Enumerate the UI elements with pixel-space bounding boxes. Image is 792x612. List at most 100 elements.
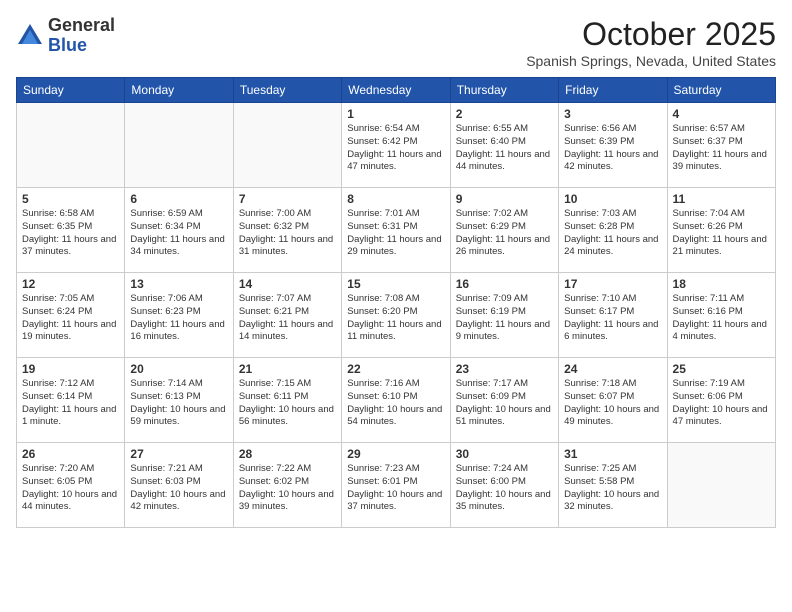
calendar-cell: 13Sunrise: 7:06 AMSunset: 6:23 PMDayligh… xyxy=(125,273,233,358)
daylight-text: Daylight: 11 hours and 39 minutes. xyxy=(673,149,770,175)
sunrise-text: Sunrise: 7:06 AM xyxy=(130,293,227,306)
day-number: 29 xyxy=(347,447,444,461)
calendar-cell: 28Sunrise: 7:22 AMSunset: 6:02 PMDayligh… xyxy=(233,443,341,528)
day-number: 12 xyxy=(22,277,119,291)
sunset-text: Sunset: 6:39 PM xyxy=(564,136,661,149)
sunset-text: Sunset: 6:16 PM xyxy=(673,306,770,319)
daylight-text: Daylight: 11 hours and 14 minutes. xyxy=(239,319,336,345)
calendar-cell: 17Sunrise: 7:10 AMSunset: 6:17 PMDayligh… xyxy=(559,273,667,358)
cell-info: Sunrise: 7:25 AMSunset: 5:58 PMDaylight:… xyxy=(564,463,661,514)
logo-blue: Blue xyxy=(48,35,87,55)
day-number: 1 xyxy=(347,107,444,121)
sunrise-text: Sunrise: 6:54 AM xyxy=(347,123,444,136)
sunrise-text: Sunrise: 6:56 AM xyxy=(564,123,661,136)
daylight-text: Daylight: 10 hours and 42 minutes. xyxy=(130,489,227,515)
calendar-cell: 29 Sunrise: 7:23 AMSunset: 6:01 PMDayligh… xyxy=(342,443,450,528)
sunset-text: Sunset: 6:10 PM xyxy=(347,391,444,404)
cell-info: Sunrise: 7:08 AMSunset: 6:20 PMDaylight:… xyxy=(347,293,444,344)
weekday-header: Sunday xyxy=(17,78,125,103)
weekday-header: Tuesday xyxy=(233,78,341,103)
day-number: 14 xyxy=(239,277,336,291)
sunrise-text: Sunrise: 7:14 AM xyxy=(130,378,227,391)
daylight-text: Daylight: 11 hours and 44 minutes. xyxy=(456,149,553,175)
daylight-text: Daylight: 11 hours and 42 minutes. xyxy=(564,149,661,175)
sunset-text: Sunset: 6:21 PM xyxy=(239,306,336,319)
sunset-text: Sunset: 6:07 PM xyxy=(564,391,661,404)
calendar-cell: 31 Sunrise: 7:25 AMSunset: 5:58 PMDayligh… xyxy=(559,443,667,528)
sunrise-text: Sunrise: 6:59 AM xyxy=(130,208,227,221)
daylight-text: Daylight: 10 hours and 44 minutes. xyxy=(22,489,119,515)
calendar-week-row: 26 Sunrise: 7:20 AMSunset: 6:05 PMDayligh… xyxy=(17,443,776,528)
daylight-text: Daylight: 10 hours and 39 minutes. xyxy=(239,489,336,515)
calendar-cell xyxy=(125,103,233,188)
sunset-text: Sunset: 6:24 PM xyxy=(22,306,119,319)
cell-info: Sunrise: 7:02 AMSunset: 6:29 PMDaylight:… xyxy=(456,208,553,259)
daylight-text: Daylight: 11 hours and 6 minutes. xyxy=(564,319,661,345)
sunrise-text: Sunrise: 7:18 AM xyxy=(564,378,661,391)
sunset-text: Sunset: 6:05 PM xyxy=(22,476,119,489)
sunset-text: Sunset: 6:11 PM xyxy=(239,391,336,404)
day-number: 19 xyxy=(22,362,119,376)
sunset-text: Sunset: 6:26 PM xyxy=(673,221,770,234)
daylight-text: Daylight: 11 hours and 29 minutes. xyxy=(347,234,444,260)
sunset-text: Sunset: 6:06 PM xyxy=(673,391,770,404)
sunrise-text: Sunrise: 7:03 AM xyxy=(564,208,661,221)
day-number: 17 xyxy=(564,277,661,291)
calendar-cell: 14Sunrise: 7:07 AMSunset: 6:21 PMDayligh… xyxy=(233,273,341,358)
daylight-text: Daylight: 10 hours and 37 minutes. xyxy=(347,489,444,515)
day-number: 21 xyxy=(239,362,336,376)
cell-info: Sunrise: 7:20 AMSunset: 6:05 PMDaylight:… xyxy=(22,463,119,514)
day-number: 16 xyxy=(456,277,553,291)
logo-icon xyxy=(16,22,44,50)
cell-info: Sunrise: 7:19 AMSunset: 6:06 PMDaylight:… xyxy=(673,378,770,429)
calendar-cell: 11Sunrise: 7:04 AMSunset: 6:26 PMDayligh… xyxy=(667,188,775,273)
calendar-cell: 20Sunrise: 7:14 AMSunset: 6:13 PMDayligh… xyxy=(125,358,233,443)
calendar-week-row: 5 Sunrise: 6:58 AMSunset: 6:35 PMDaylight… xyxy=(17,188,776,273)
cell-info: Sunrise: 7:00 AMSunset: 6:32 PMDaylight:… xyxy=(239,208,336,259)
calendar-cell: 8Sunrise: 7:01 AMSunset: 6:31 PMDaylight… xyxy=(342,188,450,273)
day-number: 18 xyxy=(673,277,770,291)
calendar-week-row: 19Sunrise: 7:12 AMSunset: 6:14 PMDayligh… xyxy=(17,358,776,443)
sunset-text: Sunset: 6:19 PM xyxy=(456,306,553,319)
cell-info: Sunrise: 6:58 AMSunset: 6:35 PMDaylight:… xyxy=(22,208,119,259)
cell-info: Sunrise: 7:21 AMSunset: 6:03 PMDaylight:… xyxy=(130,463,227,514)
sunrise-text: Sunrise: 7:05 AM xyxy=(22,293,119,306)
calendar-week-row: 12 Sunrise: 7:05 AMSunset: 6:24 PM Dayligh… xyxy=(17,273,776,358)
cell-info: Sunrise: 7:23 AMSunset: 6:01 PMDaylight:… xyxy=(347,463,444,514)
day-number: 5 xyxy=(22,192,119,206)
daylight-text: Daylight: 11 hours and 24 minutes. xyxy=(564,234,661,260)
day-number: 24 xyxy=(564,362,661,376)
sunrise-text: Sunrise: 7:25 AM xyxy=(564,463,661,476)
month-title: October 2025 xyxy=(526,16,776,53)
cell-info: Sunrise: 7:03 AMSunset: 6:28 PMDaylight:… xyxy=(564,208,661,259)
sunrise-text: Sunrise: 7:00 AM xyxy=(239,208,336,221)
calendar-cell: 6Sunrise: 6:59 AMSunset: 6:34 PMDaylight… xyxy=(125,188,233,273)
daylight-text: Daylight: 11 hours and 21 minutes. xyxy=(673,234,770,260)
weekday-header: Saturday xyxy=(667,78,775,103)
logo-general: General xyxy=(48,15,115,35)
calendar-cell: 27Sunrise: 7:21 AMSunset: 6:03 PMDayligh… xyxy=(125,443,233,528)
sunset-text: Sunset: 6:34 PM xyxy=(130,221,227,234)
calendar-week-row: 1Sunrise: 6:54 AMSunset: 6:42 PMDaylight… xyxy=(17,103,776,188)
day-number: 25 xyxy=(673,362,770,376)
daylight-text: Daylight: 11 hours and 1 minute. xyxy=(22,404,119,430)
cell-info: Sunrise: 7:22 AMSunset: 6:02 PMDaylight:… xyxy=(239,463,336,514)
sunset-text: Sunset: 6:37 PM xyxy=(673,136,770,149)
calendar-cell: 19Sunrise: 7:12 AMSunset: 6:14 PMDayligh… xyxy=(17,358,125,443)
daylight-text: Daylight: 10 hours and 51 minutes. xyxy=(456,404,553,430)
day-number: 31 xyxy=(564,447,661,461)
sunrise-text: Sunrise: 7:23 AM xyxy=(347,463,444,476)
day-number: 15 xyxy=(347,277,444,291)
day-number: 2 xyxy=(456,107,553,121)
sunset-text: Sunset: 6:20 PM xyxy=(347,306,444,319)
calendar-cell: 9Sunrise: 7:02 AMSunset: 6:29 PMDaylight… xyxy=(450,188,558,273)
calendar-table: SundayMondayTuesdayWednesdayThursdayFrid… xyxy=(16,77,776,528)
calendar-cell xyxy=(17,103,125,188)
calendar-cell: 24Sunrise: 7:18 AMSunset: 6:07 PMDayligh… xyxy=(559,358,667,443)
cell-info: Sunrise: 6:57 AMSunset: 6:37 PMDaylight:… xyxy=(673,123,770,174)
logo: General Blue xyxy=(16,16,115,56)
calendar-cell: 2Sunrise: 6:55 AMSunset: 6:40 PMDaylight… xyxy=(450,103,558,188)
sunset-text: Sunset: 6:32 PM xyxy=(239,221,336,234)
day-number: 26 xyxy=(22,447,119,461)
day-number: 7 xyxy=(239,192,336,206)
